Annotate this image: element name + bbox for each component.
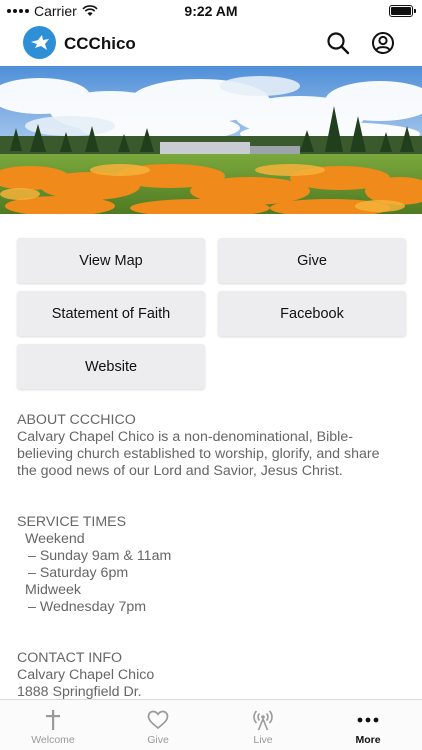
more-icon: [357, 717, 379, 723]
service-times-heading: SERVICE TIMES: [17, 514, 127, 530]
status-time: 9:22 AM: [184, 3, 238, 19]
nav-bar: CCChico: [0, 22, 422, 66]
about-text-line: the good news of our Lord and Savior, Je…: [17, 463, 343, 479]
service-time-item: – Wednesday 7pm: [28, 599, 147, 615]
service-group-label: Weekend: [25, 531, 85, 547]
search-button[interactable]: [326, 31, 350, 55]
app-logo: [23, 26, 56, 59]
tab-more[interactable]: More: [328, 700, 408, 750]
facebook-button[interactable]: Facebook: [218, 291, 406, 336]
service-time-item: – Saturday 6pm: [28, 565, 129, 581]
service-time-item: – Sunday 9am & 11am: [28, 548, 172, 564]
service-group-label: Midweek: [25, 582, 81, 598]
heart-icon: [147, 710, 169, 730]
about-text-line: believing church established to worship,…: [17, 446, 380, 462]
tab-give[interactable]: Give: [118, 700, 198, 750]
about-section: ABOUT CCCHICO Calvary Chapel Chico is a …: [17, 412, 407, 480]
tab-give-label: Give: [147, 734, 169, 746]
tab-welcome[interactable]: Welcome: [13, 700, 93, 750]
view-map-button[interactable]: View Map: [17, 238, 205, 283]
about-heading: ABOUT CCCHICO: [17, 412, 136, 428]
broadcast-icon: [253, 710, 273, 731]
tab-live-label: Live: [253, 734, 273, 746]
cross-icon: [46, 710, 60, 730]
status-bar: Carrier 9:22 AM: [0, 0, 422, 22]
search-icon: [327, 32, 350, 55]
hero-image: [0, 66, 422, 214]
dove-icon: [30, 34, 49, 50]
about-text-line: Calvary Chapel Chico is a non-denominati…: [17, 429, 353, 445]
tab-more-label: More: [355, 734, 381, 746]
contact-heading: CONTACT INFO: [17, 650, 123, 666]
statement-of-faith-button[interactable]: Statement of Faith: [17, 291, 205, 336]
service-times-section: SERVICE TIMES Weekend – Sunday 9am & 11a…: [17, 514, 407, 616]
contact-line: Calvary Chapel Chico: [17, 667, 155, 683]
contact-section: CONTACT INFO Calvary Chapel Chico 1888 S…: [17, 650, 407, 701]
tab-live[interactable]: Live: [223, 700, 303, 750]
website-button[interactable]: Website: [17, 344, 205, 389]
battery-icon: [389, 5, 416, 17]
app-title: CCChico: [64, 34, 136, 53]
give-button[interactable]: Give: [218, 238, 406, 283]
user-icon: [372, 32, 394, 54]
tab-bar: Welcome Give Live More: [0, 699, 422, 750]
tab-welcome-label: Welcome: [31, 734, 75, 746]
account-button[interactable]: [371, 31, 395, 55]
